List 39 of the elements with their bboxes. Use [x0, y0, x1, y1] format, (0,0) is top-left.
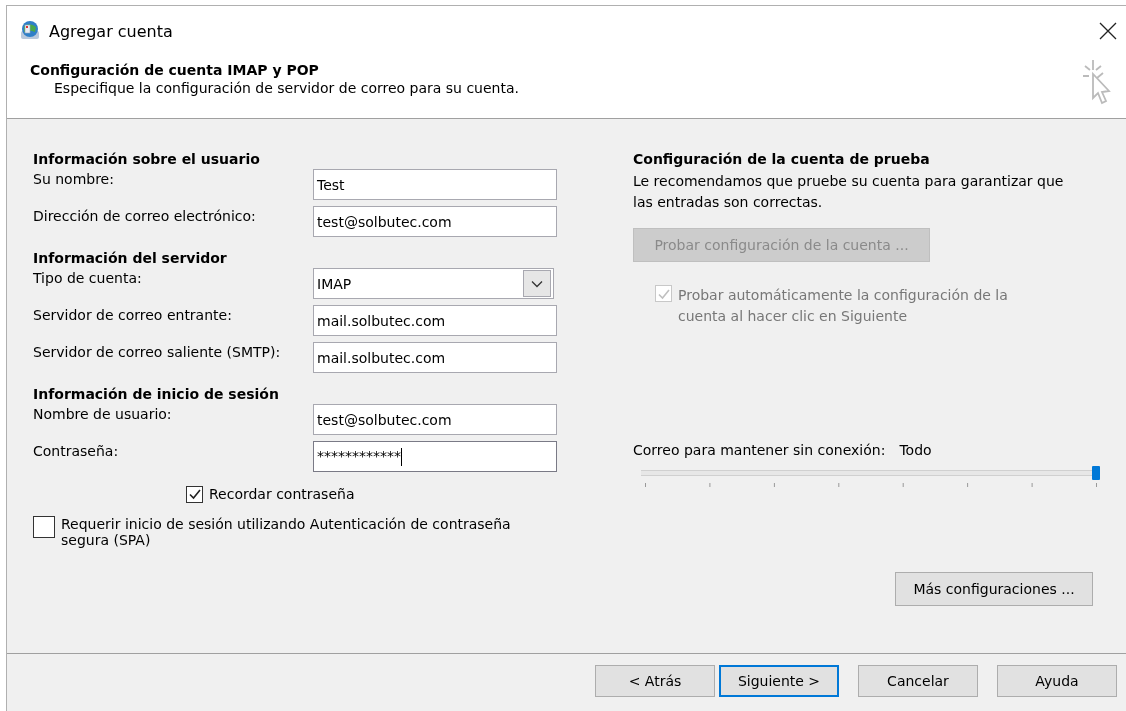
- section-heading: Información sobre el usuario: [33, 150, 261, 169]
- input-field[interactable]: test@solbutec.com: [313, 404, 557, 435]
- check-icon: [187, 487, 202, 501]
- checkbox-label: Probar automáticamente la configuración de la cuenta al hacer clic en Siguiente: [678, 286, 1009, 326]
- password-field[interactable]: ************: [313, 441, 557, 472]
- input-field[interactable]: test@solbutec.com: [313, 206, 557, 237]
- account-icon: [19, 20, 41, 42]
- section-heading: Información de inicio de sesión: [33, 385, 280, 404]
- window-title: Agregar cuenta: [49, 21, 174, 41]
- section-heading: Información del servidor: [33, 249, 228, 268]
- checkbox[interactable]: [33, 516, 55, 538]
- field-label: Contraseña:: [33, 442, 120, 459]
- input-field[interactable]: Test: [313, 169, 557, 200]
- input-field[interactable]: mail.solbutec.com: [313, 305, 557, 336]
- slider-thumb[interactable]: [1092, 466, 1100, 480]
- dialog-button[interactable]: Cancelar: [858, 665, 978, 697]
- slider-value: Todo: [899, 442, 932, 458]
- close-icon[interactable]: [1099, 22, 1117, 40]
- field-label: Nombre de usuario:: [33, 405, 173, 422]
- page-title: Configuración de cuenta IMAP y POP: [30, 62, 320, 78]
- field-label: Servidor de correo saliente (SMTP):: [33, 343, 282, 360]
- more-settings-button[interactable]: Más configuraciones ...: [895, 572, 1093, 606]
- input-field[interactable]: mail.solbutec.com: [313, 342, 557, 373]
- page-subtitle: Especifique la configuración de servidor de correo para su cuenta.: [54, 80, 520, 96]
- section-heading: Configuración de la cuenta de prueba: [633, 150, 931, 169]
- field-label: Dirección de correo electrónico:: [33, 207, 257, 224]
- description-text: Le recomendamos que pruebe su cuenta para garantizar que las entradas son correctas.: [633, 172, 1065, 212]
- dropdown[interactable]: IMAP: [313, 268, 554, 299]
- dialog-button[interactable]: < Atrás: [595, 665, 715, 697]
- dialog-button[interactable]: Ayuda: [997, 665, 1117, 697]
- field-label: Su nombre:: [33, 170, 115, 187]
- chevron-down-icon: [531, 279, 543, 288]
- field-label: Tipo de cuenta:: [33, 269, 143, 286]
- slider-label: Correo para mantener sin conexión:: [633, 442, 886, 458]
- field-label: Servidor de correo entrante:: [33, 306, 233, 323]
- dialog-button[interactable]: Siguiente >: [719, 665, 839, 697]
- checkbox-label: Recordar contraseña: [209, 486, 355, 502]
- checkbox[interactable]: [186, 485, 203, 503]
- checkbox-label: Requerir inicio de sesión utilizando Autenticación de contraseña segura (SPA): [61, 516, 512, 548]
